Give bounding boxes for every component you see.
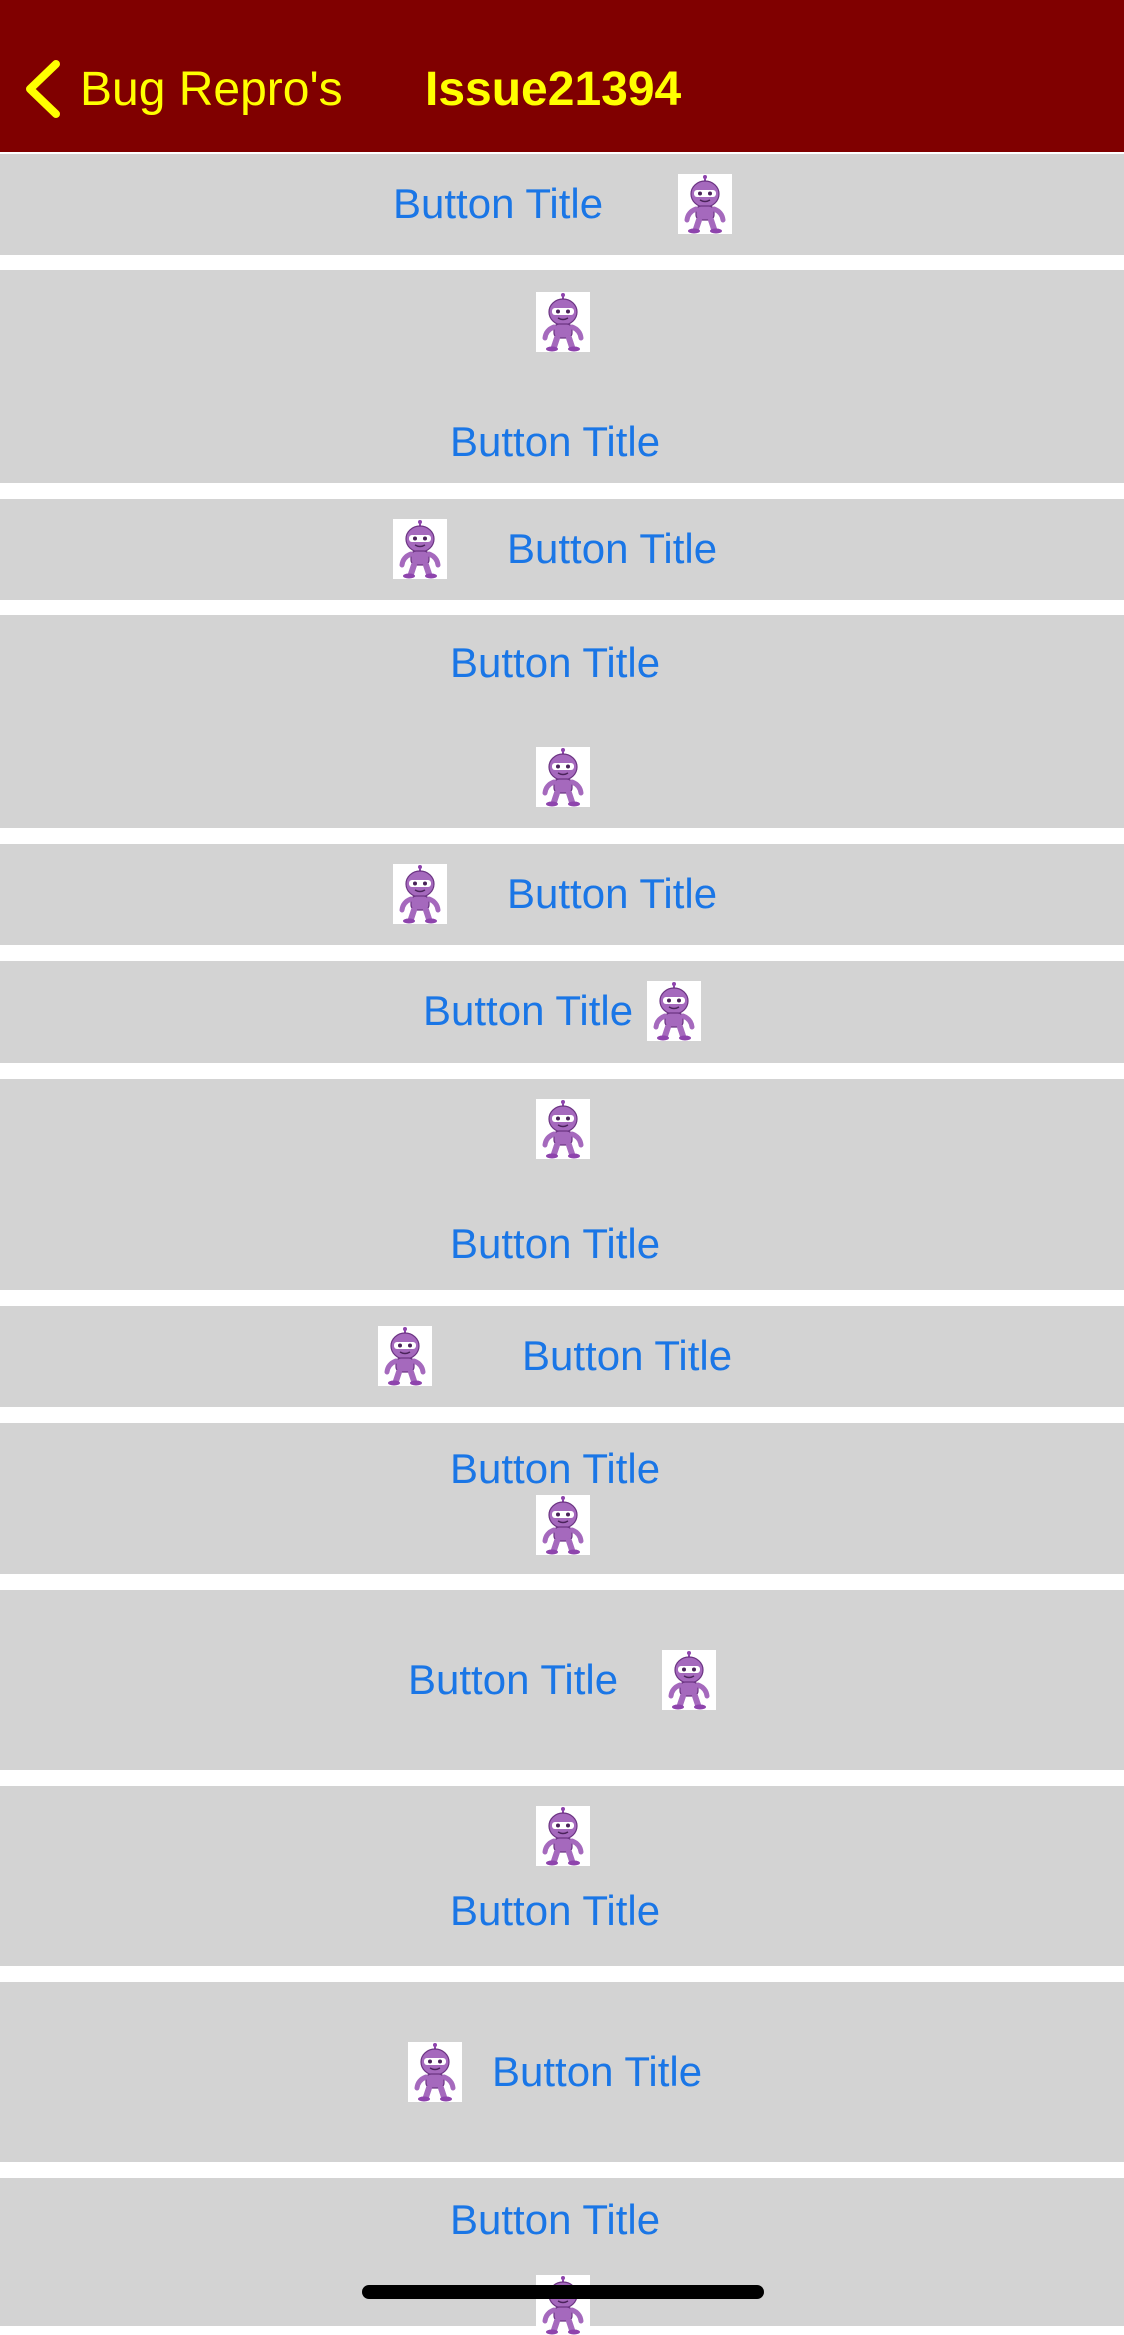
navigation-bar: Bug Repro's Issue21394 (0, 0, 1124, 152)
dotnet-bot-icon (378, 1326, 432, 1386)
button-title-label: Button Title (450, 1445, 661, 1492)
button-image-bottom[interactable]: Button Title (0, 1423, 1124, 1574)
button-title-label: Button Title (507, 525, 718, 572)
button-title-label: Button Title (450, 639, 661, 686)
button-image-left[interactable]: Button Title (0, 1306, 1124, 1407)
dotnet-bot-icon (536, 292, 590, 352)
button-title-label: Button Title (450, 418, 661, 465)
button-image-top[interactable]: Button Title (0, 1786, 1124, 1966)
button-image-left[interactable]: Button Title (0, 1982, 1124, 2162)
dotnet-bot-icon (393, 864, 447, 924)
dotnet-bot-icon (536, 2275, 590, 2335)
button-image-left[interactable]: Button Title (0, 844, 1124, 945)
dotnet-bot-icon (408, 2042, 462, 2102)
dotnet-bot-icon (647, 981, 701, 1041)
dotnet-bot-icon (393, 519, 447, 579)
button-title-label: Button Title (408, 1656, 619, 1703)
page-title: Issue21394 (425, 62, 682, 116)
home-indicator (362, 2285, 764, 2299)
dotnet-bot-icon (678, 174, 732, 234)
button-title-label: Button Title (507, 870, 718, 917)
dotnet-bot-icon (662, 1650, 716, 1710)
button-image-bottom[interactable]: Button Title (0, 2178, 1124, 2335)
dotnet-bot-icon (536, 1099, 590, 1159)
button-title-image-right[interactable]: Button Title (0, 961, 1124, 1063)
button-title-image-right[interactable]: Button Title (0, 154, 1124, 255)
dotnet-bot-icon (536, 1495, 590, 1555)
button-title-label: Button Title (423, 987, 634, 1034)
button-title-image-right[interactable]: Button Title (0, 1590, 1124, 1770)
button-title-label: Button Title (522, 1332, 733, 1379)
button-image-bottom[interactable]: Button Title (0, 615, 1124, 828)
button-image-top[interactable]: Button Title (0, 1079, 1124, 1290)
back-button[interactable]: Bug Repro's (22, 56, 343, 122)
button-title-label: Button Title (393, 180, 604, 227)
chevron-left-icon (22, 58, 62, 120)
dotnet-bot-icon (536, 747, 590, 807)
button-image-top[interactable]: Button Title (0, 270, 1124, 483)
button-title-label: Button Title (450, 2196, 661, 2243)
button-title-label: Button Title (492, 2048, 703, 2095)
button-title-label: Button Title (450, 1220, 661, 1267)
button-title-label: Button Title (450, 1887, 661, 1934)
dotnet-bot-icon (536, 1806, 590, 1866)
button-image-left[interactable]: Button Title (0, 499, 1124, 600)
back-button-label: Bug Repro's (80, 62, 343, 116)
